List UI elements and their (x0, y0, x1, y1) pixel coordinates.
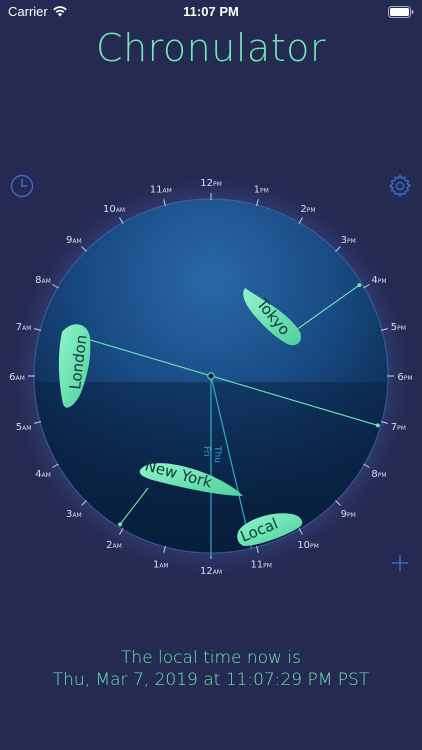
day-label-fri: Fri (201, 446, 211, 457)
city-hand-tip (357, 283, 362, 288)
battery-icon (388, 6, 414, 18)
app-title: Chronulator (96, 26, 326, 70)
local-time-caption: The local time now is (121, 648, 301, 668)
status-bar: Carrier 11:07 PM (0, 0, 422, 24)
day-label-thu: Thu (212, 445, 222, 463)
plus-icon[interactable] (390, 553, 410, 573)
city-hand-tip (118, 522, 123, 527)
city-hand-tip (375, 423, 380, 428)
local-time-value: Thu, Mar 7, 2019 at 11:07:29 PM PST (52, 670, 370, 690)
world-clock-dial[interactable]: 12PM1PM2PM3PM4PM5PM6PM7PM8PM9PM10PM11PM1… (0, 170, 422, 580)
dial-center (207, 372, 215, 380)
status-time: 11:07 PM (183, 4, 239, 19)
